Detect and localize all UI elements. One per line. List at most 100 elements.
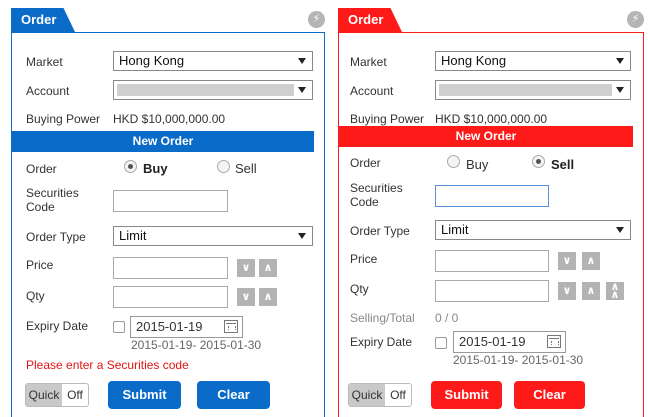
buying-power-value: HKD $10,000,000.00: [113, 112, 226, 126]
buy-radio-label[interactable]: Buy: [143, 162, 168, 176]
order-type-value: Limit: [119, 228, 147, 243]
qty-input[interactable]: [435, 280, 549, 302]
error-message: Please enter a Securities code: [26, 358, 189, 372]
clear-button[interactable]: Clear: [197, 381, 270, 409]
quick-toggle[interactable]: Quick Off: [348, 383, 412, 407]
chevron-down-icon: ∨: [562, 255, 572, 267]
qty-label: Qty: [350, 282, 369, 296]
expiry-date-label: Expiry Date: [26, 319, 89, 333]
sell-radio[interactable]: [532, 155, 545, 168]
clear-button[interactable]: Clear: [514, 381, 585, 409]
market-select[interactable]: Hong Kong: [113, 51, 313, 71]
new-order-bar: New Order: [339, 126, 633, 147]
price-down-button[interactable]: ∨: [237, 259, 255, 277]
market-select[interactable]: Hong Kong: [435, 51, 631, 71]
expiry-date-input[interactable]: 2015-01-19: [453, 331, 566, 353]
market-label: Market: [350, 55, 387, 69]
account-label: Account: [26, 84, 70, 98]
chevron-down-icon: [298, 233, 306, 239]
order-tab[interactable]: Order: [338, 8, 402, 32]
price-label: Price: [350, 252, 378, 266]
order-type-value: Limit: [441, 222, 469, 237]
price-input[interactable]: [435, 250, 549, 272]
market-value: Hong Kong: [441, 53, 507, 68]
securities-code-input[interactable]: [435, 185, 549, 207]
account-select[interactable]: [435, 80, 631, 100]
chevron-down-icon: [616, 227, 624, 233]
account-label: Account: [350, 84, 394, 98]
price-down-button[interactable]: ∨: [558, 252, 576, 270]
account-value-masked: [117, 84, 294, 96]
order-side-label: Order: [26, 162, 57, 176]
buying-power-value: HKD $10,000,000.00: [435, 112, 548, 126]
order-tab[interactable]: Order: [11, 8, 75, 32]
chevron-down-icon: ∨: [241, 262, 251, 274]
sell-order-panel: Order ⚡ Market Hong Kong Account Buying …: [338, 0, 644, 417]
qty-up-button[interactable]: ∧: [259, 288, 277, 306]
expiry-date-checkbox[interactable]: [113, 321, 125, 333]
buy-order-panel: Order ⚡ Market Hong Kong Account Buying …: [11, 0, 325, 417]
quick-toggle-off: Off: [67, 388, 83, 402]
sell-radio-label[interactable]: Sell: [235, 162, 257, 176]
expiry-date-value: 2015-01-19: [136, 319, 203, 334]
sell-radio-label[interactable]: Sell: [551, 158, 574, 172]
chevron-up-icon: ∧: [263, 291, 273, 303]
expiry-date-range: 2015-01-19- 2015-01-30: [453, 353, 584, 367]
account-value-masked: [439, 84, 612, 96]
quick-toggle[interactable]: Quick Off: [25, 383, 89, 407]
chevron-down-icon: ∨: [562, 285, 572, 297]
buying-power-label: Buying Power: [26, 112, 101, 126]
price-label: Price: [26, 258, 54, 272]
calendar-icon[interactable]: [224, 320, 238, 333]
qty-down-button[interactable]: ∨: [237, 288, 255, 306]
expiry-date-checkbox[interactable]: [435, 337, 447, 349]
securities-code-input[interactable]: [113, 190, 228, 212]
price-input[interactable]: [113, 257, 228, 279]
sell-radio[interactable]: [217, 160, 230, 173]
quick-toggle-on: Quick: [26, 384, 62, 406]
quick-toggle-off: Off: [390, 388, 406, 402]
expiry-date-value: 2015-01-19: [459, 334, 526, 349]
order-side-label: Order: [350, 156, 381, 170]
order-type-select[interactable]: Limit: [435, 220, 631, 240]
selling-total-value: 0 / 0: [435, 311, 459, 325]
buy-radio[interactable]: [124, 160, 137, 173]
chevron-down-icon: [298, 58, 306, 64]
order-type-select[interactable]: Limit: [113, 226, 313, 246]
order-type-label: Order Type: [26, 230, 86, 244]
qty-input[interactable]: [113, 286, 228, 308]
buy-radio[interactable]: [447, 155, 460, 168]
double-chevron-up-icon: ∧ ∧: [610, 281, 620, 301]
securities-code-label: Securities Code: [350, 181, 403, 209]
new-order-bar: New Order: [12, 131, 314, 152]
chevron-up-icon: ∧: [586, 285, 596, 297]
buy-radio-label[interactable]: Buy: [466, 158, 488, 172]
chevron-up-icon: ∧: [586, 255, 596, 267]
order-form: Market Hong Kong Account Buying Power HK…: [338, 32, 644, 417]
qty-up-button[interactable]: ∧: [582, 282, 600, 300]
lightning-icon[interactable]: ⚡: [308, 11, 325, 28]
qty-down-button[interactable]: ∨: [558, 282, 576, 300]
price-up-button[interactable]: ∧: [259, 259, 277, 277]
submit-button[interactable]: Submit: [108, 381, 181, 409]
expiry-date-range: 2015-01-19- 2015-01-30: [131, 338, 262, 352]
order-type-label: Order Type: [350, 224, 410, 238]
expiry-date-label: Expiry Date: [350, 335, 413, 349]
chevron-up-icon: ∧: [263, 262, 273, 274]
chevron-down-icon: [616, 58, 624, 64]
calendar-icon[interactable]: [547, 335, 561, 348]
order-form: Market Hong Kong Account Buying Power HK…: [11, 32, 325, 417]
market-label: Market: [26, 55, 63, 69]
account-select[interactable]: [113, 80, 313, 100]
qty-max-button[interactable]: ∧ ∧: [606, 281, 624, 301]
securities-code-label: Securities Code: [26, 186, 79, 214]
market-value: Hong Kong: [119, 53, 185, 68]
chevron-down-icon: [298, 87, 306, 93]
panel-header: Order ⚡: [11, 8, 325, 32]
price-up-button[interactable]: ∧: [582, 252, 600, 270]
lightning-icon[interactable]: ⚡: [627, 11, 644, 28]
buying-power-label: Buying Power: [350, 112, 425, 126]
submit-button[interactable]: Submit: [431, 381, 502, 409]
chevron-down-icon: [616, 87, 624, 93]
expiry-date-input[interactable]: 2015-01-19: [130, 316, 243, 338]
